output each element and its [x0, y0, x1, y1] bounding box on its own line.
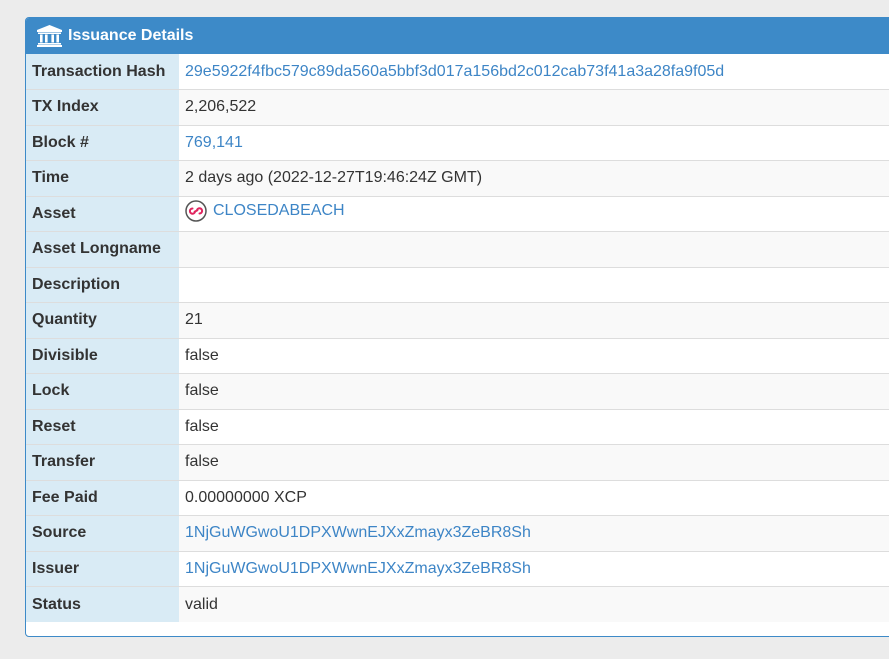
table-row: Reset false — [26, 408, 889, 445]
transaction-hash-link[interactable]: 29e5922f4fbc579c89da560a5bbf3d017a156bd2… — [185, 63, 724, 80]
asset-link[interactable]: CLOSEDABEACH — [213, 202, 345, 220]
table-row: Time 2 days ago (2022-12-27T19:46:24Z GM… — [26, 160, 889, 196]
row-value-description — [179, 266, 889, 303]
source-address-link[interactable]: 1NjGuWGwoU1DPXWwnEJXxZmayx3ZeBR8Sh — [185, 524, 531, 541]
table-row: Lock false — [26, 373, 889, 409]
row-value-divisible: false — [179, 337, 889, 374]
block-link[interactable]: 769,141 — [185, 134, 243, 151]
row-label-lock: Lock — [26, 373, 179, 409]
row-value-transaction-hash: 29e5922f4fbc579c89da560a5bbf3d017a156bd2… — [179, 54, 889, 90]
row-value-reset: false — [179, 408, 889, 445]
row-label-block: Block # — [26, 124, 179, 161]
row-label-fee-paid: Fee Paid — [26, 479, 179, 516]
row-value-fee-paid: 0.00000000 XCP — [179, 479, 889, 516]
row-label-reset: Reset — [26, 408, 179, 445]
row-label-quantity: Quantity — [26, 302, 179, 338]
row-label-description: Description — [26, 266, 179, 303]
row-label-tx-index: TX Index — [26, 89, 179, 125]
issuer-address-link[interactable]: 1NjGuWGwoU1DPXWwnEJXxZmayx3ZeBR8Sh — [185, 560, 531, 577]
asset-logo-icon[interactable] — [185, 200, 207, 222]
row-value-status: valid — [179, 586, 889, 622]
row-value-source: 1NjGuWGwoU1DPXWwnEJXxZmayx3ZeBR8Sh — [179, 515, 889, 551]
row-label-issuer: Issuer — [26, 550, 179, 587]
table-row: Description — [26, 266, 889, 303]
row-label-asset: Asset — [26, 195, 179, 232]
row-label-divisible: Divisible — [26, 337, 179, 374]
table-row: Transfer false — [26, 444, 889, 480]
row-value-lock: false — [179, 373, 889, 409]
panel-header: Issuance Details — [26, 18, 889, 54]
table-row: Source 1NjGuWGwoU1DPXWwnEJXxZmayx3ZeBR8S… — [26, 515, 889, 551]
table-row: Block # 769,141 — [26, 124, 889, 161]
table-row: Fee Paid 0.00000000 XCP — [26, 479, 889, 516]
table-row: Status valid — [26, 586, 889, 622]
row-value-tx-index: 2,206,522 — [179, 89, 889, 125]
row-value-asset: CLOSEDABEACH — [179, 195, 889, 232]
row-label-time: Time — [26, 160, 179, 196]
issuance-details-panel: Issuance Details Transaction Hash 29e592… — [25, 17, 889, 637]
row-label-status: Status — [26, 586, 179, 622]
row-value-block: 769,141 — [179, 124, 889, 161]
table-row: Issuer 1NjGuWGwoU1DPXWwnEJXxZmayx3ZeBR8S… — [26, 550, 889, 587]
row-value-transfer: false — [179, 444, 889, 480]
row-value-issuer: 1NjGuWGwoU1DPXWwnEJXxZmayx3ZeBR8Sh — [179, 550, 889, 587]
row-label-asset-longname: Asset Longname — [26, 231, 179, 267]
row-label-transaction-hash: Transaction Hash — [26, 54, 179, 90]
table-row: TX Index 2,206,522 — [26, 89, 889, 125]
table-row: Asset CLOSEDABEACH — [26, 195, 889, 232]
table-row: Asset Longname — [26, 231, 889, 267]
row-value-asset-longname — [179, 231, 889, 267]
row-value-time: 2 days ago (2022-12-27T19:46:24Z GMT) — [179, 160, 889, 196]
row-value-quantity: 21 — [179, 302, 889, 338]
panel-title: Issuance Details — [68, 27, 194, 44]
bank-icon — [37, 25, 62, 47]
row-label-transfer: Transfer — [26, 444, 179, 480]
table-row: Quantity 21 — [26, 302, 889, 338]
table-row: Divisible false — [26, 337, 889, 374]
issuance-details-table: Transaction Hash 29e5922f4fbc579c89da560… — [26, 54, 889, 622]
table-row: Transaction Hash 29e5922f4fbc579c89da560… — [26, 54, 889, 90]
row-label-source: Source — [26, 515, 179, 551]
